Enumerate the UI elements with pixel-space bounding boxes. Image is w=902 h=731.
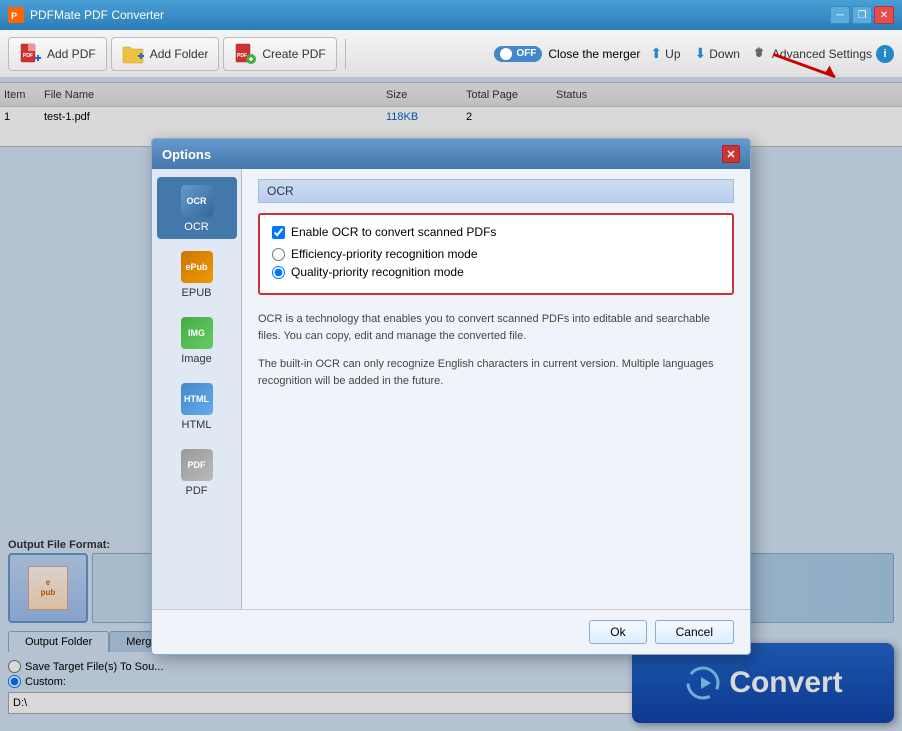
up-arrow-icon: ⬆ — [650, 45, 662, 62]
app-title: PDFMate PDF Converter — [30, 8, 164, 22]
efficiency-label: Efficiency-priority recognition mode — [291, 247, 478, 261]
ocr-options-box: Enable OCR to convert scanned PDFs Effic… — [258, 213, 734, 295]
toggle-dot — [500, 48, 512, 60]
minimize-button[interactable]: ─ — [830, 6, 850, 24]
ocr-note: The built-in OCR can only recognize Engl… — [258, 356, 734, 389]
quality-label: Quality-priority recognition mode — [291, 265, 464, 279]
ocr-icon: OCR — [179, 183, 215, 219]
down-button[interactable]: ⬇ Down — [691, 43, 744, 64]
toolbar: PDF Add PDF Add Folder PDF — [0, 30, 902, 78]
up-label: Up — [665, 47, 680, 61]
add-folder-button[interactable]: Add Folder — [111, 37, 220, 71]
create-pdf-button[interactable]: PDF Create PDF — [223, 37, 336, 71]
options-dialog: Options ✕ OCR OCR ePub EPUB — [151, 138, 751, 655]
html-icon: HTML — [179, 381, 215, 417]
up-button[interactable]: ⬆ Up — [646, 43, 684, 64]
add-folder-label: Add Folder — [150, 47, 209, 61]
enable-ocr-row[interactable]: Enable OCR to convert scanned PDFs — [272, 225, 720, 239]
modal-overlay: Options ✕ OCR OCR ePub EPUB — [0, 78, 902, 731]
sidebar-item-html[interactable]: HTML HTML — [157, 375, 237, 437]
image-icon: IMG — [179, 315, 215, 351]
close-button[interactable]: ✕ — [874, 6, 894, 24]
app-icon: P — [8, 7, 24, 23]
pdf-icon: PDF — [179, 447, 215, 483]
modal-close-button[interactable]: ✕ — [722, 145, 740, 163]
modal-footer: Ok Cancel — [152, 609, 750, 654]
title-bar: P PDFMate PDF Converter ─ ❐ ✕ — [0, 0, 902, 30]
add-pdf-icon: PDF — [19, 43, 41, 65]
modal-title: Options — [162, 147, 211, 162]
settings-gear-icon — [750, 45, 768, 63]
ok-button[interactable]: Ok — [589, 620, 646, 644]
window-controls: ─ ❐ ✕ — [830, 6, 894, 24]
epub-label: EPUB — [182, 287, 212, 299]
create-pdf-label: Create PDF — [262, 47, 325, 61]
toggle-label: OFF — [516, 48, 536, 59]
section-title: OCR — [258, 179, 734, 203]
ocr-description: OCR is a technology that enables you to … — [258, 311, 734, 344]
html-label: HTML — [182, 419, 212, 431]
cancel-button[interactable]: Cancel — [655, 620, 734, 644]
pdf-label: PDF — [186, 485, 208, 497]
efficiency-mode-option[interactable]: Efficiency-priority recognition mode — [272, 247, 720, 261]
ocr-label: OCR — [184, 221, 208, 233]
restore-button[interactable]: ❐ — [852, 6, 872, 24]
toolbar-separator — [345, 39, 346, 69]
svg-text:PDF: PDF — [237, 53, 247, 59]
add-folder-icon — [122, 43, 144, 65]
toolbar-right: OFF Close the merger ⬆ Up ⬇ Down Advance… — [494, 43, 894, 64]
quality-mode-option[interactable]: Quality-priority recognition mode — [272, 265, 720, 279]
modal-content: OCR Enable OCR to convert scanned PDFs E… — [242, 169, 750, 609]
svg-text:P: P — [11, 11, 17, 21]
advanced-settings-button[interactable]: Advanced Settings i — [750, 45, 894, 63]
down-arrow-icon: ⬇ — [695, 45, 707, 62]
sidebar-item-epub[interactable]: ePub EPUB — [157, 243, 237, 305]
sidebar-item-pdf[interactable]: PDF PDF — [157, 441, 237, 503]
sidebar-item-image[interactable]: IMG Image — [157, 309, 237, 371]
advanced-settings-label: Advanced Settings — [772, 47, 872, 61]
sidebar-item-ocr[interactable]: OCR OCR — [157, 177, 237, 239]
toggle-merger-button[interactable]: OFF — [494, 46, 542, 62]
efficiency-radio[interactable] — [272, 248, 285, 261]
quality-radio[interactable] — [272, 266, 285, 279]
info-icon: i — [876, 45, 894, 63]
modal-body: OCR OCR ePub EPUB IMG Image — [152, 169, 750, 609]
modal-sidebar: OCR OCR ePub EPUB IMG Image — [152, 169, 242, 609]
add-pdf-label: Add PDF — [47, 47, 96, 61]
modal-title-bar: Options ✕ — [152, 139, 750, 169]
down-label: Down — [709, 47, 740, 61]
enable-ocr-checkbox[interactable] — [272, 226, 285, 239]
image-label: Image — [181, 353, 212, 365]
close-merger-label: Close the merger — [548, 47, 640, 61]
add-pdf-button[interactable]: PDF Add PDF — [8, 37, 107, 71]
title-bar-left: P PDFMate PDF Converter — [8, 7, 164, 23]
svg-text:PDF: PDF — [23, 53, 33, 59]
enable-ocr-label: Enable OCR to convert scanned PDFs — [291, 225, 496, 239]
epub-icon: ePub — [179, 249, 215, 285]
create-pdf-icon: PDF — [234, 43, 256, 65]
